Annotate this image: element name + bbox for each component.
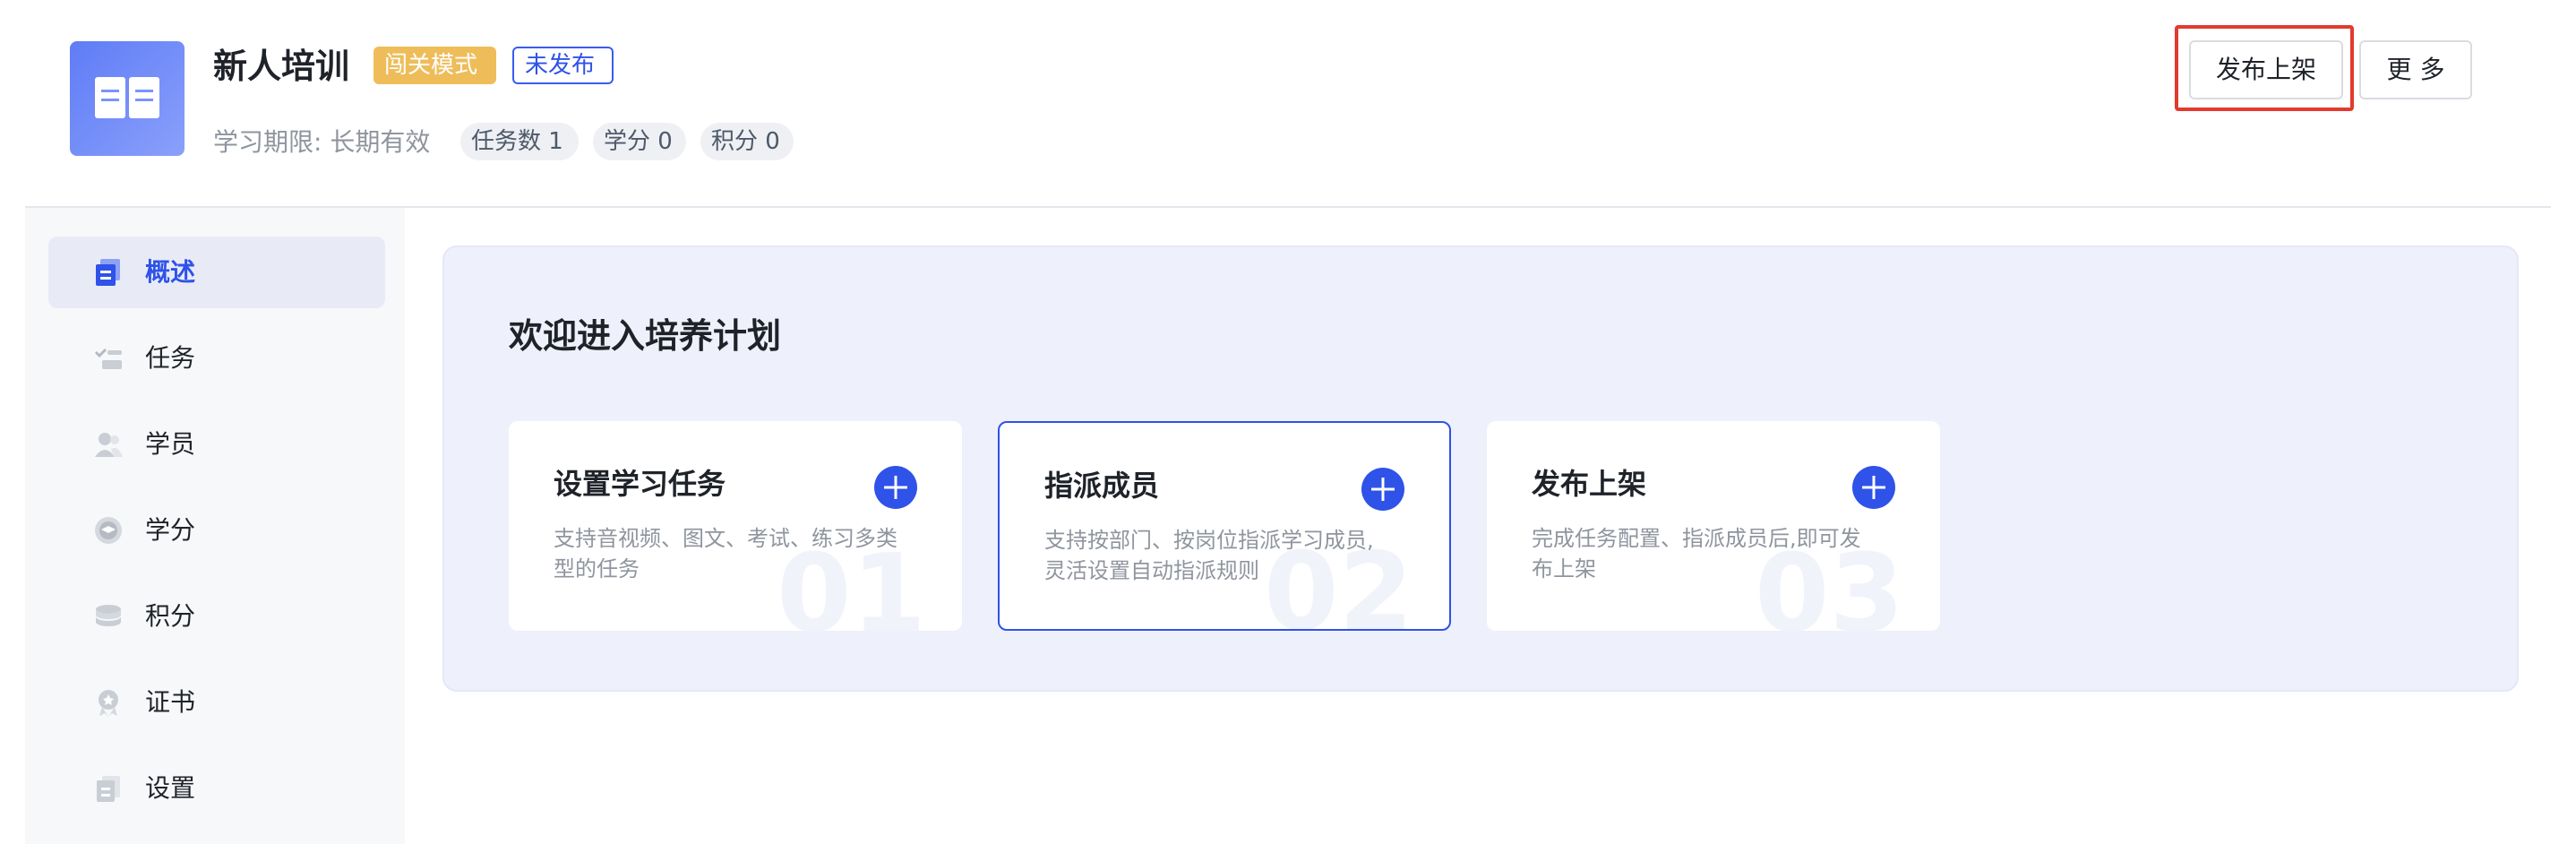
mode-tag: 闯关模式 <box>374 47 496 84</box>
add-task-icon[interactable] <box>874 466 917 509</box>
course-cover-icon <box>70 41 185 156</box>
points-pill: 积分 0 <box>700 123 794 160</box>
sidebar-item-label: 任务 <box>145 343 196 373</box>
sidebar-item-points[interactable]: 积分 <box>48 581 385 652</box>
card-set-tasks[interactable]: 01 设置学习任务 支持音视频、图文、考试、练习多类型的任务 <box>509 421 962 631</box>
credit-pill: 学分 0 <box>593 123 686 160</box>
student-icon <box>93 429 124 460</box>
card-assign-members[interactable]: 02 指派成员 支持按部门、按岗位指派学习成员,灵活设置自动指派规则 <box>998 421 1451 631</box>
sidebar-item-label: 设置 <box>145 773 196 803</box>
card-description: 完成任务配置、指派成员后,即可发布上架 <box>1532 526 1861 581</box>
study-period: 学习期限: 长期有效 <box>213 127 431 157</box>
more-button[interactable]: 更 多 <box>2359 40 2472 99</box>
add-member-icon[interactable] <box>1361 468 1404 511</box>
card-title: 指派成员 <box>1044 469 1160 503</box>
sidebar-item-student[interactable]: 学员 <box>48 409 385 480</box>
sidebar: 概述 任务 学员 学分 积分 证书 设置 <box>25 208 405 844</box>
card-description: 支持音视频、图文、考试、练习多类型的任务 <box>554 526 897 581</box>
credit-icon <box>93 515 124 546</box>
sidebar-item-overview[interactable]: 概述 <box>48 237 385 308</box>
publish-button[interactable]: 发布上架 <box>2189 40 2343 99</box>
points-icon <box>93 601 124 632</box>
task-icon <box>93 343 124 374</box>
card-title: 发布上架 <box>1532 467 1647 501</box>
welcome-title: 欢迎进入培养计划 <box>509 316 782 356</box>
sidebar-item-credit[interactable]: 学分 <box>48 495 385 566</box>
certificate-icon <box>93 687 124 718</box>
sidebar-item-certificate[interactable]: 证书 <box>48 667 385 738</box>
card-publish[interactable]: 03 发布上架 完成任务配置、指派成员后,即可发布上架 <box>1487 421 1940 631</box>
task-count-pill: 任务数 1 <box>460 123 579 160</box>
card-description: 支持按部门、按岗位指派学习成员,灵活设置自动指派规则 <box>1044 528 1374 583</box>
page-title: 新人培训 <box>213 47 350 86</box>
sidebar-item-task[interactable]: 任务 <box>48 323 385 394</box>
add-publish-icon[interactable] <box>1852 466 1895 509</box>
status-badge: 未发布 <box>512 47 614 84</box>
overview-icon <box>93 257 124 288</box>
sidebar-item-label: 积分 <box>145 601 196 631</box>
sidebar-item-settings[interactable]: 设置 <box>48 753 385 824</box>
sidebar-item-label: 学分 <box>145 515 196 545</box>
sidebar-item-label: 概述 <box>145 257 196 287</box>
sidebar-item-label: 学员 <box>145 429 196 459</box>
settings-icon <box>93 773 124 804</box>
sidebar-item-label: 证书 <box>145 687 196 717</box>
card-title: 设置学习任务 <box>554 467 726 501</box>
